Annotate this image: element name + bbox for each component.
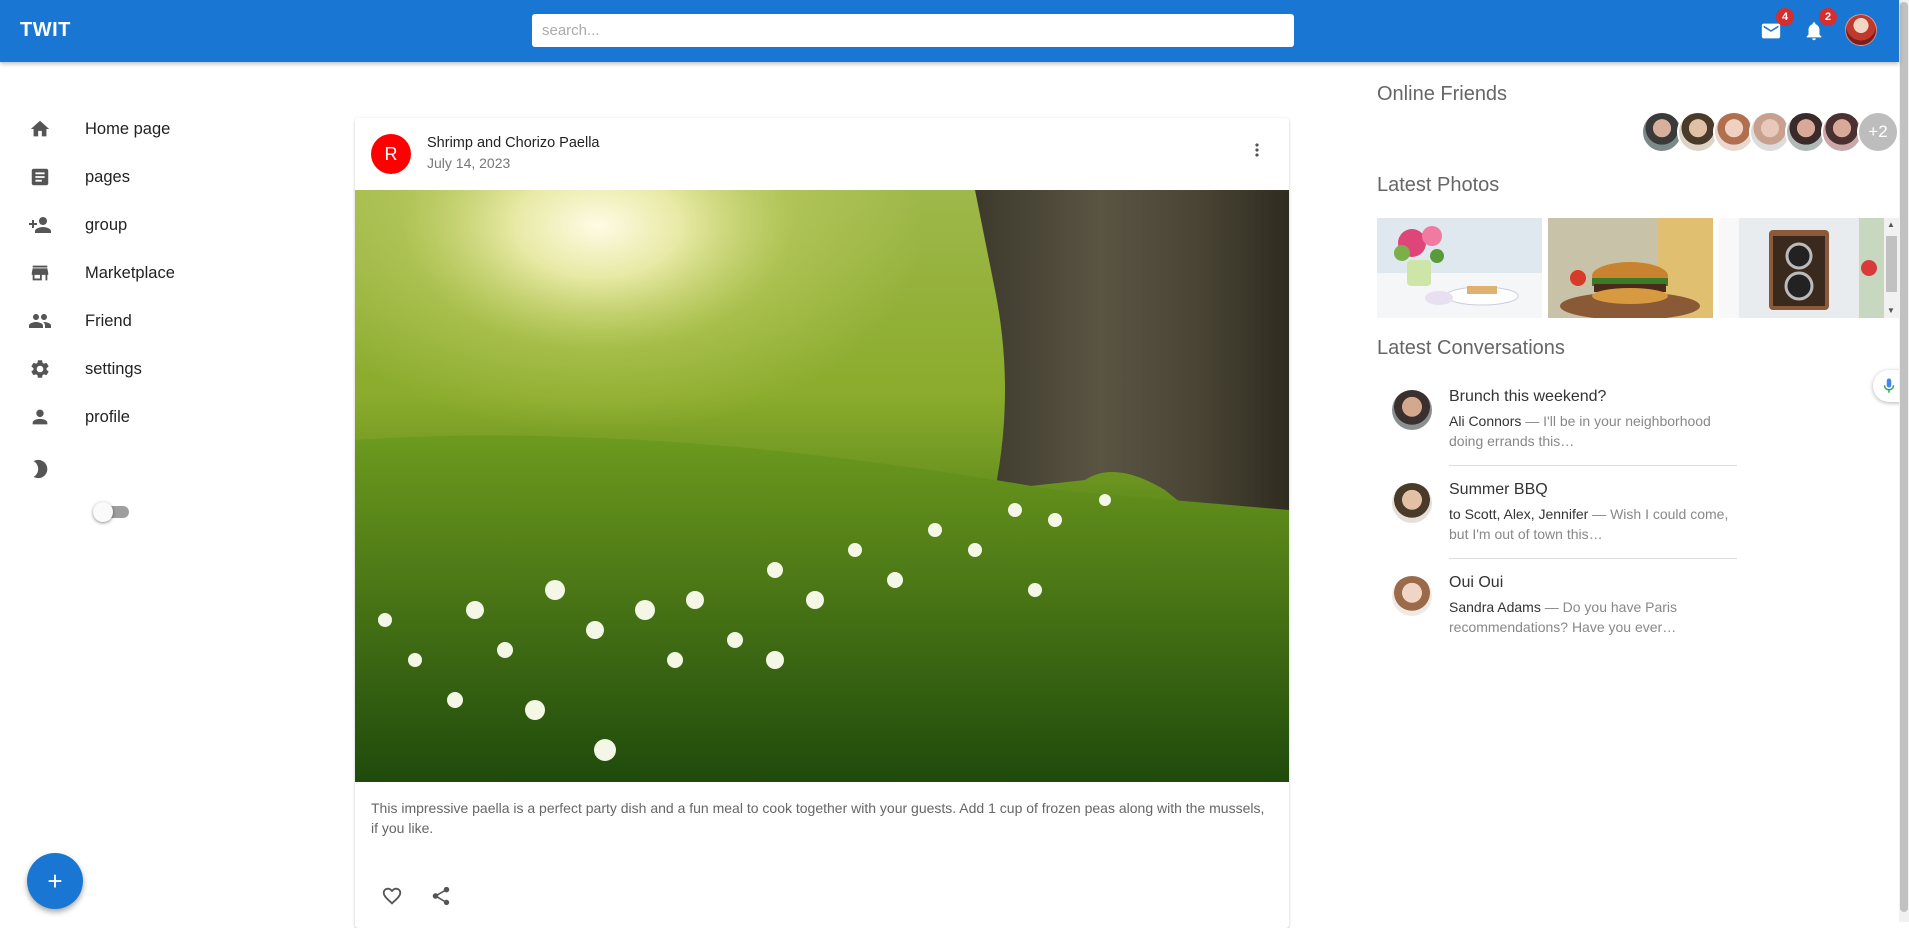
dark-mode-toggle[interactable] — [93, 501, 131, 522]
sidebar-item-marketplace[interactable]: Marketplace — [28, 253, 278, 293]
notification-badge: 2 — [1819, 8, 1837, 26]
post-author-avatar[interactable]: R — [371, 134, 411, 174]
sidebar-item-label: Home page — [85, 119, 171, 138]
dark-mode-row — [28, 449, 58, 489]
sidebar-item-label: Friend — [85, 311, 132, 330]
conversation-item[interactable]: Oui Oui Sandra Adams — Do you have Paris… — [1392, 574, 1739, 637]
sidebar-item-group[interactable]: group — [28, 205, 278, 245]
article-icon — [28, 165, 52, 189]
mail-button[interactable]: 4 — [1756, 8, 1794, 46]
conversation-divider — [1449, 558, 1737, 559]
mail-badge: 4 — [1776, 8, 1794, 26]
search-input[interactable] — [532, 14, 1294, 47]
share-button[interactable] — [425, 880, 457, 912]
sidebar-item-friend[interactable]: Friend — [28, 301, 278, 341]
conversation-title: Brunch this weekend? — [1449, 388, 1607, 405]
latest-photos-grid — [1377, 218, 1884, 318]
post-card: R Shrimp and Chorizo Paella July 14, 202… — [355, 118, 1289, 928]
more-vert-icon — [1255, 143, 1259, 157]
sidebar-item-label: Marketplace — [85, 263, 175, 282]
scroll-down-arrow-icon[interactable]: ▼ — [1887, 306, 1895, 315]
post-image[interactable] — [355, 190, 1289, 782]
conversation-sender: Sandra Adams — [1449, 599, 1541, 615]
photos-scrollbar[interactable]: ▲ ▼ — [1884, 218, 1899, 318]
storefront-icon — [28, 261, 52, 285]
conversation-sender: to Scott, Alex, Jennifer — [1449, 506, 1589, 522]
microphone-icon — [1883, 378, 1895, 393]
post-date: July 14, 2023 — [427, 155, 511, 171]
conversation-preview: Sandra Adams — Do you have Paris recomme… — [1449, 597, 1739, 637]
moon-icon — [28, 457, 52, 481]
home-icon — [28, 117, 52, 141]
add-post-button[interactable]: + — [27, 853, 83, 909]
sidebar-item-label: group — [85, 215, 128, 234]
conversation-preview: Ali Connors — I'll be in your neighborho… — [1449, 411, 1739, 451]
conversation-avatar — [1392, 576, 1432, 616]
sidebar-item-label: settings — [85, 359, 142, 378]
photo-thumbnail[interactable] — [1548, 218, 1713, 318]
post-menu-button[interactable] — [1245, 138, 1269, 162]
photos-scrollbar-thumb[interactable] — [1886, 236, 1897, 292]
photo-thumbnail[interactable] — [1719, 218, 1884, 318]
app-bar: TWIT 4 2 — [0, 0, 1899, 62]
conversation-avatar — [1392, 390, 1432, 430]
more-friends-badge[interactable]: +2 — [1857, 111, 1899, 153]
conversation-item[interactable]: Brunch this weekend? Ali Connors — I'll … — [1392, 388, 1739, 451]
page-scrollbar-thumb[interactable] — [1900, 2, 1908, 912]
conversation-item[interactable]: Summer BBQ to Scott, Alex, Jennifer — Wi… — [1392, 481, 1739, 544]
user-avatar[interactable] — [1845, 14, 1877, 46]
share-icon — [432, 886, 450, 906]
page-scrollbar[interactable] — [1899, 0, 1909, 922]
conversation-avatar — [1392, 483, 1432, 523]
sidebar-item-label: pages — [85, 167, 130, 186]
sidebar-item-settings[interactable]: settings — [28, 349, 278, 389]
person-icon — [28, 405, 52, 429]
conversation-title: Oui Oui — [1449, 574, 1504, 591]
sidebar: Home page pages group Marketplace Friend… — [0, 62, 300, 922]
sidebar-item-home[interactable]: Home page — [28, 109, 278, 149]
conversation-title: Summer BBQ — [1449, 481, 1548, 498]
post-body: This impressive paella is a perfect part… — [371, 800, 1265, 836]
group-add-icon — [28, 213, 52, 237]
notifications-button[interactable]: 2 — [1799, 8, 1837, 46]
gear-icon — [28, 357, 52, 381]
toggle-knob — [93, 502, 113, 522]
post-title: Shrimp and Chorizo Paella — [427, 135, 600, 151]
sidebar-item-pages[interactable]: pages — [28, 157, 278, 197]
conversation-preview: to Scott, Alex, Jennifer — Wish I could … — [1449, 504, 1739, 544]
conversation-divider — [1449, 465, 1737, 466]
scroll-up-arrow-icon[interactable]: ▲ — [1887, 220, 1895, 229]
like-button[interactable] — [376, 880, 408, 912]
latest-conversations-title: Latest Conversations — [1377, 337, 1565, 359]
sidebar-item-label: profile — [85, 407, 130, 426]
heart-icon — [382, 887, 402, 905]
online-friends-title: Online Friends — [1377, 83, 1508, 105]
brand-logo[interactable]: TWIT — [20, 19, 71, 42]
latest-photos-title: Latest Photos — [1377, 174, 1500, 196]
people-icon — [28, 309, 52, 333]
conversation-sender: Ali Connors — [1449, 413, 1522, 429]
sidebar-item-profile[interactable]: profile — [28, 397, 278, 437]
photo-thumbnail[interactable] — [1377, 218, 1542, 318]
